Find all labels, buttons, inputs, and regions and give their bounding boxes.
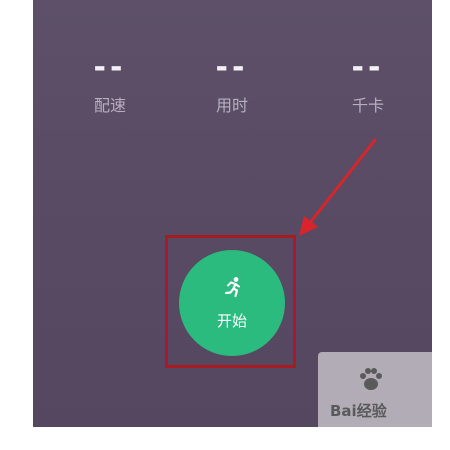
calories-value: -- [351,50,385,85]
stat-calories: -- 千卡 [323,50,413,116]
paw-icon [360,368,382,390]
calories-label: 千卡 [351,96,384,115]
annotation-highlight-box [165,235,296,368]
baidu-watermark: Bai经验 [318,352,440,432]
page: -- 配速 -- 用时 -- 千卡 开始 Bai经验 [0,0,450,450]
stat-duration: -- 用时 [187,50,277,116]
pace-value: -- [93,50,127,85]
workout-stats: -- 配速 -- 用时 -- 千卡 [33,50,432,130]
duration-value: -- [215,50,249,85]
pace-label: 配速 [93,96,126,115]
watermark-text: Bai经验 [330,402,387,420]
duration-label: 用时 [215,96,248,115]
stat-pace: -- 配速 [65,50,155,116]
